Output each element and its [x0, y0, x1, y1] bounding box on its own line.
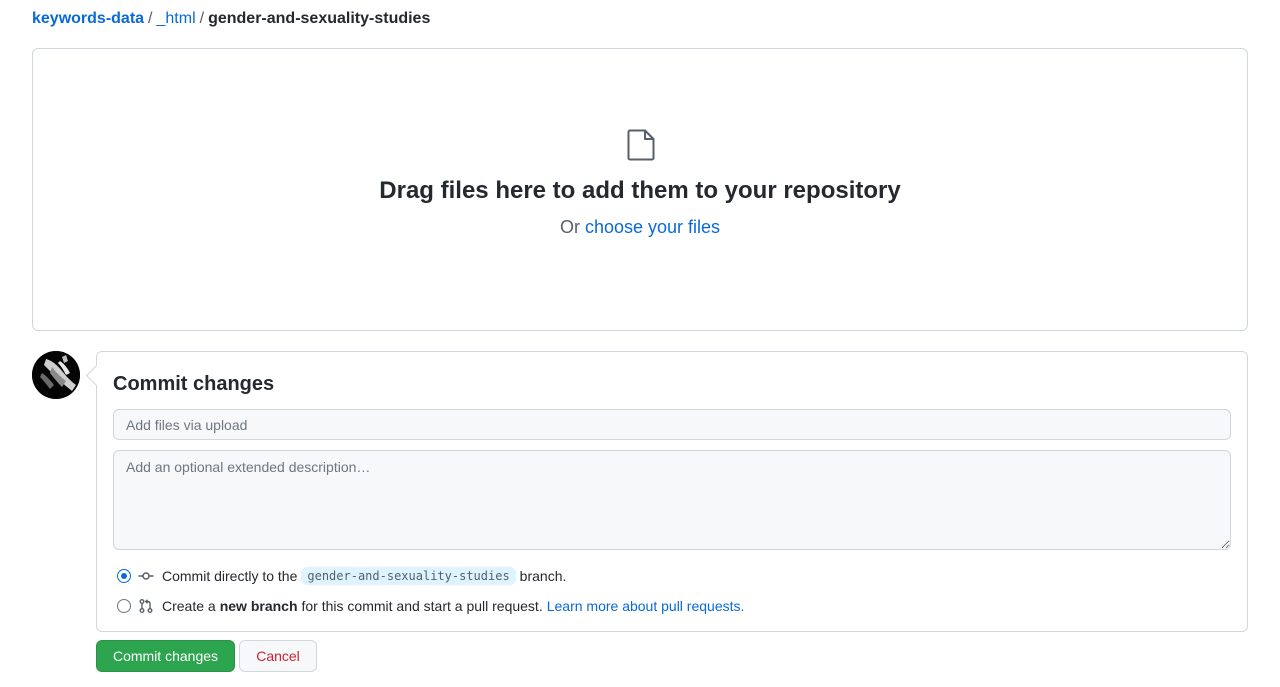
- commit-direct-suffix: branch.: [519, 568, 567, 584]
- avatar-image: [32, 351, 80, 399]
- branch-name-badge: gender-and-sexuality-studies: [301, 567, 516, 585]
- breadcrumb-current: gender-and-sexuality-studies: [208, 10, 431, 27]
- learn-more-pull-requests-link[interactable]: Learn more about pull requests.: [547, 598, 745, 614]
- new-branch-middle: for this commit and start a pull request…: [301, 598, 543, 614]
- breadcrumb-separator: /: [148, 10, 153, 27]
- drop-zone-subtitle: Or choose your files: [33, 215, 1247, 239]
- new-branch-radio[interactable]: [117, 599, 131, 613]
- new-branch-option[interactable]: Create a new branch for this commit and …: [117, 596, 744, 616]
- breadcrumb-repo-link[interactable]: keywords-data: [32, 10, 144, 27]
- commit-form: Commit changes Commit directly to the ge…: [96, 351, 1248, 632]
- avatar: [32, 351, 80, 399]
- git-commit-icon: [138, 572, 154, 580]
- commit-changes-button[interactable]: Commit changes: [96, 640, 235, 672]
- commit-direct-option[interactable]: Commit directly to the gender-and-sexual…: [117, 566, 566, 586]
- commit-summary-input[interactable]: [113, 409, 1231, 440]
- file-drop-zone[interactable]: Drag files here to add them to your repo…: [32, 48, 1248, 331]
- file-icon: [627, 129, 655, 161]
- breadcrumb: keywords-data / _html / gender-and-sexuality…: [32, 9, 430, 29]
- cancel-button[interactable]: Cancel: [239, 640, 317, 672]
- git-pull-request-icon: [139, 599, 153, 613]
- commit-direct-radio[interactable]: [117, 569, 131, 583]
- breadcrumb-folder-link[interactable]: _html: [157, 10, 196, 27]
- new-branch-prefix: Create a: [162, 598, 216, 614]
- drop-zone-title: Drag files here to add them to your repo…: [379, 177, 901, 204]
- commit-heading: Commit changes: [113, 373, 275, 395]
- choose-files-link[interactable]: choose your files: [585, 217, 720, 237]
- or-text: Or: [559, 217, 580, 237]
- breadcrumb-separator: /: [199, 10, 205, 27]
- new-branch-bold: new branch: [219, 598, 298, 614]
- commit-direct-prefix: Commit directly to the: [162, 568, 298, 584]
- commit-description-textarea[interactable]: [113, 450, 1231, 550]
